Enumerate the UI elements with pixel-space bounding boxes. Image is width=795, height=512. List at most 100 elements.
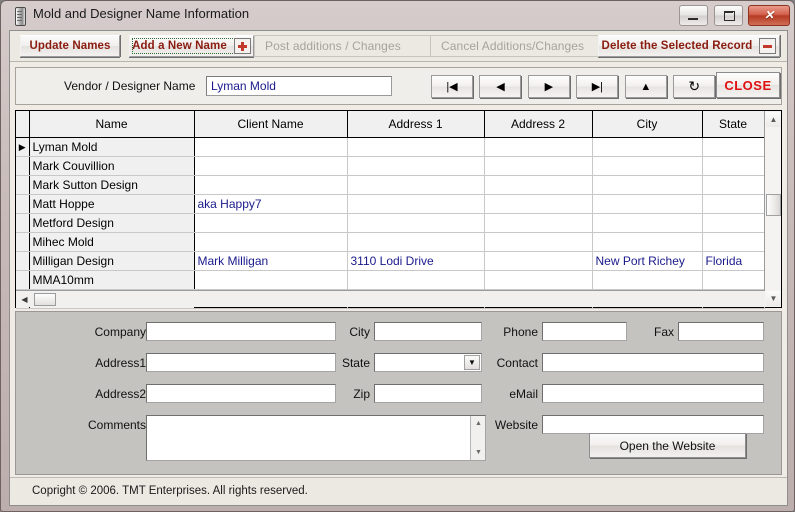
cell-state[interactable] bbox=[702, 156, 765, 176]
cell-name[interactable]: Lyman Mold bbox=[29, 137, 195, 157]
cell-name[interactable]: Milligan Design bbox=[29, 251, 195, 271]
cell-client[interactable] bbox=[194, 137, 348, 157]
close-window-button[interactable]: ✕ bbox=[748, 5, 790, 26]
cell-name[interactable]: Mark Couvillion bbox=[29, 156, 195, 176]
cell-city[interactable] bbox=[592, 137, 703, 157]
row-selector-cell[interactable]: ▶ bbox=[16, 137, 30, 157]
cell-address2[interactable] bbox=[484, 137, 593, 157]
cell-city[interactable] bbox=[592, 270, 703, 290]
grid-vertical-scrollbar[interactable]: ▲ ▼ bbox=[764, 111, 781, 307]
row-selector-cell[interactable] bbox=[16, 270, 30, 290]
column-header-address-1[interactable]: Address 1 bbox=[347, 111, 485, 138]
grid-horizontal-scrollbar[interactable]: ◀ bbox=[16, 290, 765, 307]
contact-input[interactable] bbox=[542, 353, 764, 372]
maximize-button[interactable] bbox=[713, 5, 743, 26]
row-selector-cell[interactable] bbox=[16, 251, 30, 271]
delete-selected-record-button[interactable]: Delete the Selected Record bbox=[598, 35, 780, 57]
row-selector-cell[interactable] bbox=[16, 213, 30, 233]
horizontal-scroll-thumb[interactable] bbox=[34, 293, 56, 306]
cell-address1[interactable] bbox=[347, 137, 485, 157]
cancel-additions-changes-button[interactable]: Cancel Additions/Changes bbox=[430, 35, 606, 57]
cell-city[interactable] bbox=[592, 156, 703, 176]
scroll-left-icon[interactable]: ◀ bbox=[18, 292, 31, 306]
cell-address1[interactable]: 3110 Lodi Drive bbox=[347, 251, 485, 271]
cell-city[interactable]: New Port Richey bbox=[592, 251, 703, 271]
cell-state[interactable]: Florida bbox=[702, 251, 765, 271]
row-selector-cell[interactable] bbox=[16, 194, 30, 214]
previous-record-button[interactable]: ◀ bbox=[479, 75, 522, 98]
post-additions-changes-button[interactable]: Post additions / Changes bbox=[254, 35, 434, 57]
cell-address2[interactable] bbox=[484, 194, 593, 214]
cell-address1[interactable] bbox=[347, 270, 485, 290]
cell-address2[interactable] bbox=[484, 156, 593, 176]
city-input[interactable] bbox=[374, 322, 482, 341]
scroll-up-icon[interactable]: ▲ bbox=[766, 112, 781, 127]
refresh-button[interactable]: ↻ bbox=[673, 75, 716, 98]
cell-city[interactable] bbox=[592, 175, 703, 195]
cell-address2[interactable] bbox=[484, 251, 593, 271]
cell-state[interactable] bbox=[702, 194, 765, 214]
email-input[interactable] bbox=[542, 384, 764, 403]
close-form-button[interactable]: CLOSE bbox=[716, 72, 780, 98]
move-up-button[interactable]: ▲ bbox=[624, 75, 667, 98]
cell-address2[interactable] bbox=[484, 213, 593, 233]
table-row[interactable]: Mihec Mold bbox=[16, 232, 765, 252]
table-row[interactable]: Matt Hoppe aka Happy7 bbox=[16, 194, 765, 214]
cell-name[interactable]: Mihec Mold bbox=[29, 232, 195, 252]
website-input[interactable] bbox=[542, 415, 764, 434]
cell-name[interactable]: Matt Hoppe bbox=[29, 194, 195, 214]
next-record-button[interactable]: ▶ bbox=[527, 75, 570, 98]
table-row[interactable]: ▶ Lyman Mold bbox=[16, 137, 765, 157]
column-header-client-name[interactable]: Client Name bbox=[194, 111, 348, 138]
cell-name[interactable]: Mark Sutton Design bbox=[29, 175, 195, 195]
cell-city[interactable] bbox=[592, 194, 703, 214]
cell-address1[interactable] bbox=[347, 156, 485, 176]
row-selector-cell[interactable] bbox=[16, 156, 30, 176]
row-selector-cell[interactable] bbox=[16, 175, 30, 195]
comments-textarea[interactable]: ▲ ▼ bbox=[146, 415, 486, 461]
cell-name[interactable]: MMA10mm bbox=[29, 270, 195, 290]
cell-city[interactable] bbox=[592, 213, 703, 233]
scroll-down-icon[interactable]: ▼ bbox=[766, 291, 781, 306]
cell-city[interactable] bbox=[592, 232, 703, 252]
vertical-scroll-thumb[interactable] bbox=[766, 194, 781, 216]
minimize-button[interactable] bbox=[679, 5, 709, 26]
cell-address1[interactable] bbox=[347, 194, 485, 214]
cell-name[interactable]: Metford Design bbox=[29, 213, 195, 233]
cell-client[interactable]: Mark Milligan bbox=[194, 251, 348, 271]
first-record-button[interactable]: |◀ bbox=[431, 75, 473, 98]
column-header-address-2[interactable]: Address 2 bbox=[484, 111, 593, 138]
table-row[interactable]: Mark Sutton Design bbox=[16, 175, 765, 195]
column-header-city[interactable]: City bbox=[592, 111, 703, 138]
update-names-button[interactable]: Update Names bbox=[20, 35, 120, 57]
cell-client[interactable] bbox=[194, 232, 348, 252]
cell-client[interactable] bbox=[194, 175, 348, 195]
cell-client[interactable] bbox=[194, 156, 348, 176]
cell-address2[interactable] bbox=[484, 232, 593, 252]
column-header-name[interactable]: Name bbox=[29, 111, 195, 138]
cell-state[interactable] bbox=[702, 137, 765, 157]
cell-state[interactable] bbox=[702, 232, 765, 252]
cell-address2[interactable] bbox=[484, 175, 593, 195]
table-row[interactable]: Mark Couvillion bbox=[16, 156, 765, 176]
add-a-new-name-button[interactable]: Add a New Name bbox=[129, 35, 254, 57]
cell-client[interactable]: aka Happy7 bbox=[194, 194, 348, 214]
cell-address1[interactable] bbox=[347, 232, 485, 252]
cell-address1[interactable] bbox=[347, 213, 485, 233]
fax-input[interactable] bbox=[678, 322, 764, 341]
table-row[interactable]: Metford Design bbox=[16, 213, 765, 233]
cell-client[interactable] bbox=[194, 270, 348, 290]
row-selector-cell[interactable] bbox=[16, 232, 30, 252]
phone-input[interactable] bbox=[542, 322, 627, 341]
state-combobox[interactable]: ▼ bbox=[374, 353, 482, 372]
table-row[interactable]: Milligan Design Mark Milligan 3110 Lodi Dr… bbox=[16, 251, 765, 271]
cell-address2[interactable] bbox=[484, 270, 593, 290]
column-header-state[interactable]: State bbox=[702, 111, 765, 138]
zip-input[interactable] bbox=[374, 384, 482, 403]
cell-address1[interactable] bbox=[347, 175, 485, 195]
cell-client[interactable] bbox=[194, 213, 348, 233]
table-row[interactable]: MMA10mm bbox=[16, 270, 765, 290]
comments-scroll-down-icon[interactable]: ▼ bbox=[473, 447, 484, 458]
last-record-button[interactable]: ▶| bbox=[576, 75, 619, 98]
cell-state[interactable] bbox=[702, 270, 765, 290]
